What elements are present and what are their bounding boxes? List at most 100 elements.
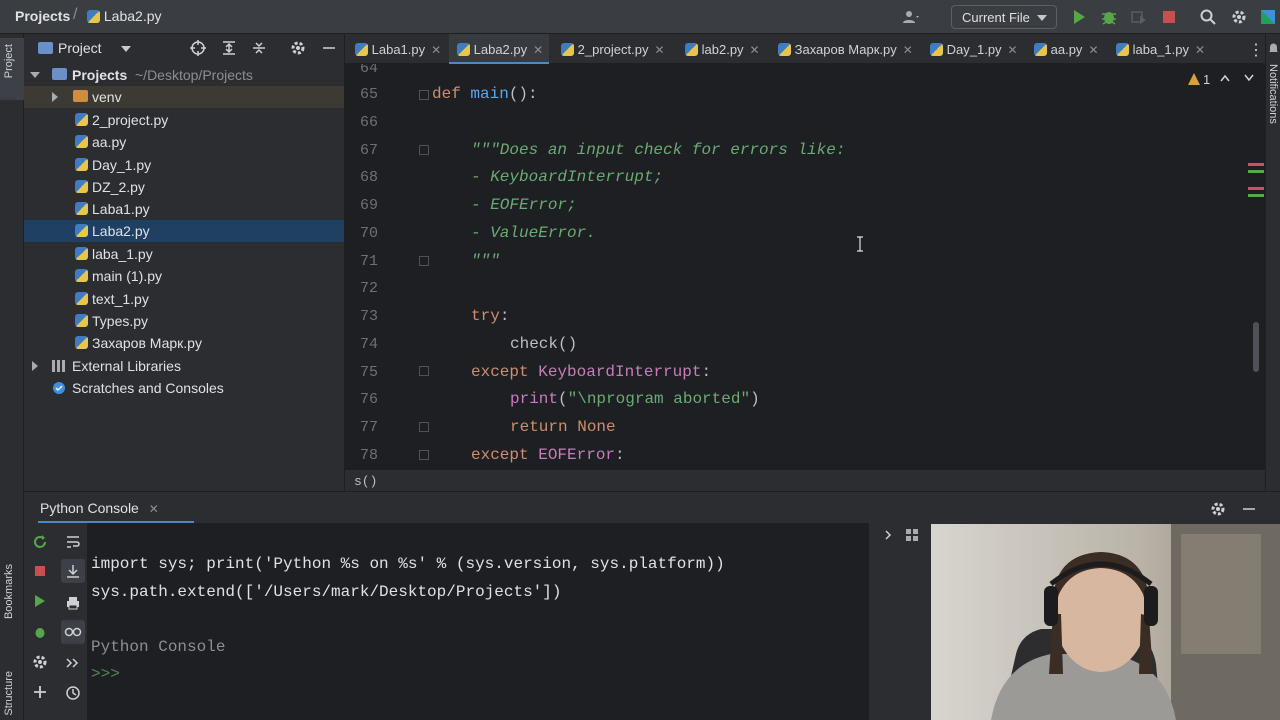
history-icon[interactable]: [65, 685, 81, 701]
python-file-icon: [930, 43, 943, 56]
close-icon[interactable]: ✕: [431, 43, 441, 57]
tree-item-file[interactable]: Захаров Марк.py: [24, 332, 344, 354]
execute-icon[interactable]: [65, 655, 81, 671]
notifications-tool-tab[interactable]: Notifications: [1267, 64, 1279, 124]
settings-gear-icon[interactable]: [32, 654, 48, 670]
structure-tool-tab[interactable]: Structure: [3, 671, 15, 716]
python-file-icon: [355, 43, 368, 56]
error-stripe-mark[interactable]: [1248, 187, 1264, 190]
scroll-to-end-toggle[interactable]: [61, 559, 85, 583]
tab-aa[interactable]: aa.py ✕: [1034, 34, 1099, 64]
locate-icon[interactable]: [190, 40, 206, 56]
more-tabs-icon[interactable]: ⋮: [1248, 40, 1264, 60]
run-configuration-select[interactable]: Current File: [951, 5, 1057, 29]
fold-marker-icon[interactable]: [419, 450, 429, 460]
warning-icon[interactable]: [1187, 72, 1201, 86]
close-icon[interactable]: ✕: [1008, 43, 1018, 57]
close-icon[interactable]: ✕: [533, 43, 543, 57]
tab-laba-1[interactable]: laba_1.py ✕: [1116, 34, 1205, 64]
editor-scrollbar[interactable]: [1253, 322, 1259, 372]
stop-icon[interactable]: [32, 563, 48, 579]
change-stripe-mark[interactable]: [1248, 170, 1264, 173]
tree-item-file[interactable]: DZ_2.py: [24, 176, 344, 198]
soft-wrap-icon[interactable]: [65, 534, 81, 550]
tree-item-venv[interactable]: venv: [24, 86, 344, 108]
tree-item-scratches[interactable]: Scratches and Consoles: [24, 377, 344, 399]
run-icon[interactable]: [32, 593, 48, 609]
tree-item-file[interactable]: aa.py: [24, 131, 344, 153]
code-line-75: except KeyboardInterrupt:: [471, 363, 712, 381]
debug-icon[interactable]: [32, 624, 48, 640]
show-variables-toggle[interactable]: [61, 620, 85, 644]
inspection-count[interactable]: 1: [1203, 72, 1210, 87]
tree-root-path: ~/Desktop/Projects: [135, 67, 253, 83]
print-icon[interactable]: [65, 595, 81, 611]
add-icon[interactable]: [32, 684, 48, 700]
line-number: 64: [359, 64, 378, 77]
code-editor[interactable]: 64 65 66 67 68 69 70 71 72 73 74 75 76 7…: [345, 64, 1265, 469]
expand-all-icon[interactable]: [221, 40, 237, 56]
fold-marker-icon[interactable]: [419, 422, 429, 432]
console-toolbar: [24, 523, 88, 720]
tree-item-file[interactable]: main (1).py: [24, 265, 344, 287]
stop-icon[interactable]: [1160, 8, 1178, 26]
settings-gear-icon[interactable]: [1210, 501, 1226, 517]
user-icon[interactable]: [902, 8, 920, 26]
tree-item-file[interactable]: Types.py: [24, 310, 344, 332]
tree-item-file-selected[interactable]: Laba2.py: [24, 220, 344, 242]
tree-item-file[interactable]: text_1.py: [24, 288, 344, 310]
project-tool-tab[interactable]: Project: [0, 38, 24, 100]
console-output[interactable]: import sys; print('Python %s on %s' % (s…: [88, 523, 868, 720]
error-stripe-mark[interactable]: [1248, 163, 1264, 166]
breadcrumb-file[interactable]: Laba2.py: [87, 8, 162, 24]
rerun-icon[interactable]: [32, 534, 48, 550]
tree-root-projects[interactable]: Projects ~/Desktop/Projects: [24, 64, 344, 86]
close-icon[interactable]: ✕: [903, 43, 913, 57]
breadcrumb-project[interactable]: Projects: [15, 8, 70, 24]
tab-laba2[interactable]: Laba2.py ✕: [449, 34, 550, 64]
coverage-icon[interactable]: [1130, 8, 1148, 26]
chevron-up-icon[interactable]: [1220, 74, 1230, 82]
close-icon[interactable]: ✕: [1088, 43, 1098, 57]
options-gear-icon[interactable]: [290, 40, 306, 56]
chevron-right-icon[interactable]: [883, 530, 893, 540]
close-icon[interactable]: ✕: [750, 43, 760, 57]
console-tab[interactable]: Python Console ✕: [40, 500, 159, 516]
tab-laba1[interactable]: Laba1.py ✕: [355, 34, 441, 64]
collapse-all-icon[interactable]: [251, 40, 267, 56]
tree-item-file[interactable]: 2_project.py: [24, 109, 344, 131]
tab-2-project[interactable]: 2_project.py ✕: [561, 34, 665, 64]
code-line-68: - KeyboardInterrupt;: [471, 168, 664, 186]
tab-day-1[interactable]: Day_1.py ✕: [930, 34, 1018, 64]
run-icon[interactable]: [1070, 8, 1088, 26]
close-icon[interactable]: ✕: [1195, 43, 1205, 57]
project-panel-title[interactable]: Project: [58, 40, 102, 56]
tree-item-label: External Libraries: [72, 358, 181, 374]
editor-breadcrumb[interactable]: s(): [354, 474, 377, 489]
search-icon[interactable]: [1199, 8, 1217, 26]
fold-marker-icon[interactable]: [419, 256, 429, 266]
close-icon[interactable]: ✕: [654, 43, 664, 57]
fold-marker-icon[interactable]: [419, 90, 429, 100]
app-logo-icon[interactable]: [1259, 8, 1277, 26]
settings-gear-icon[interactable]: [1230, 8, 1248, 26]
debug-icon[interactable]: [1100, 8, 1118, 26]
grid-icon: [906, 529, 918, 541]
hide-panel-icon[interactable]: [1241, 501, 1257, 517]
hide-panel-icon[interactable]: [321, 40, 337, 56]
bookmarks-tool-tab[interactable]: Bookmarks: [3, 564, 15, 619]
tab-zakharov-mark[interactable]: Захаров Марк.py ✕: [778, 34, 913, 64]
close-icon[interactable]: ✕: [149, 502, 159, 516]
console-prompt[interactable]: >>>: [91, 665, 120, 683]
tree-item-file[interactable]: laba_1.py: [24, 243, 344, 265]
fold-marker-icon[interactable]: [419, 145, 429, 155]
fold-marker-icon[interactable]: [419, 366, 429, 376]
chevron-down-icon[interactable]: [1244, 74, 1254, 82]
chevron-down-icon[interactable]: [121, 46, 131, 52]
tree-item-file[interactable]: Laba1.py: [24, 198, 344, 220]
bell-icon[interactable]: [1268, 42, 1279, 54]
change-stripe-mark[interactable]: [1248, 194, 1264, 197]
tab-lab2[interactable]: lab2.py ✕: [685, 34, 760, 64]
tree-item-file[interactable]: Day_1.py: [24, 154, 344, 176]
tree-item-external-libraries[interactable]: External Libraries: [24, 355, 344, 377]
